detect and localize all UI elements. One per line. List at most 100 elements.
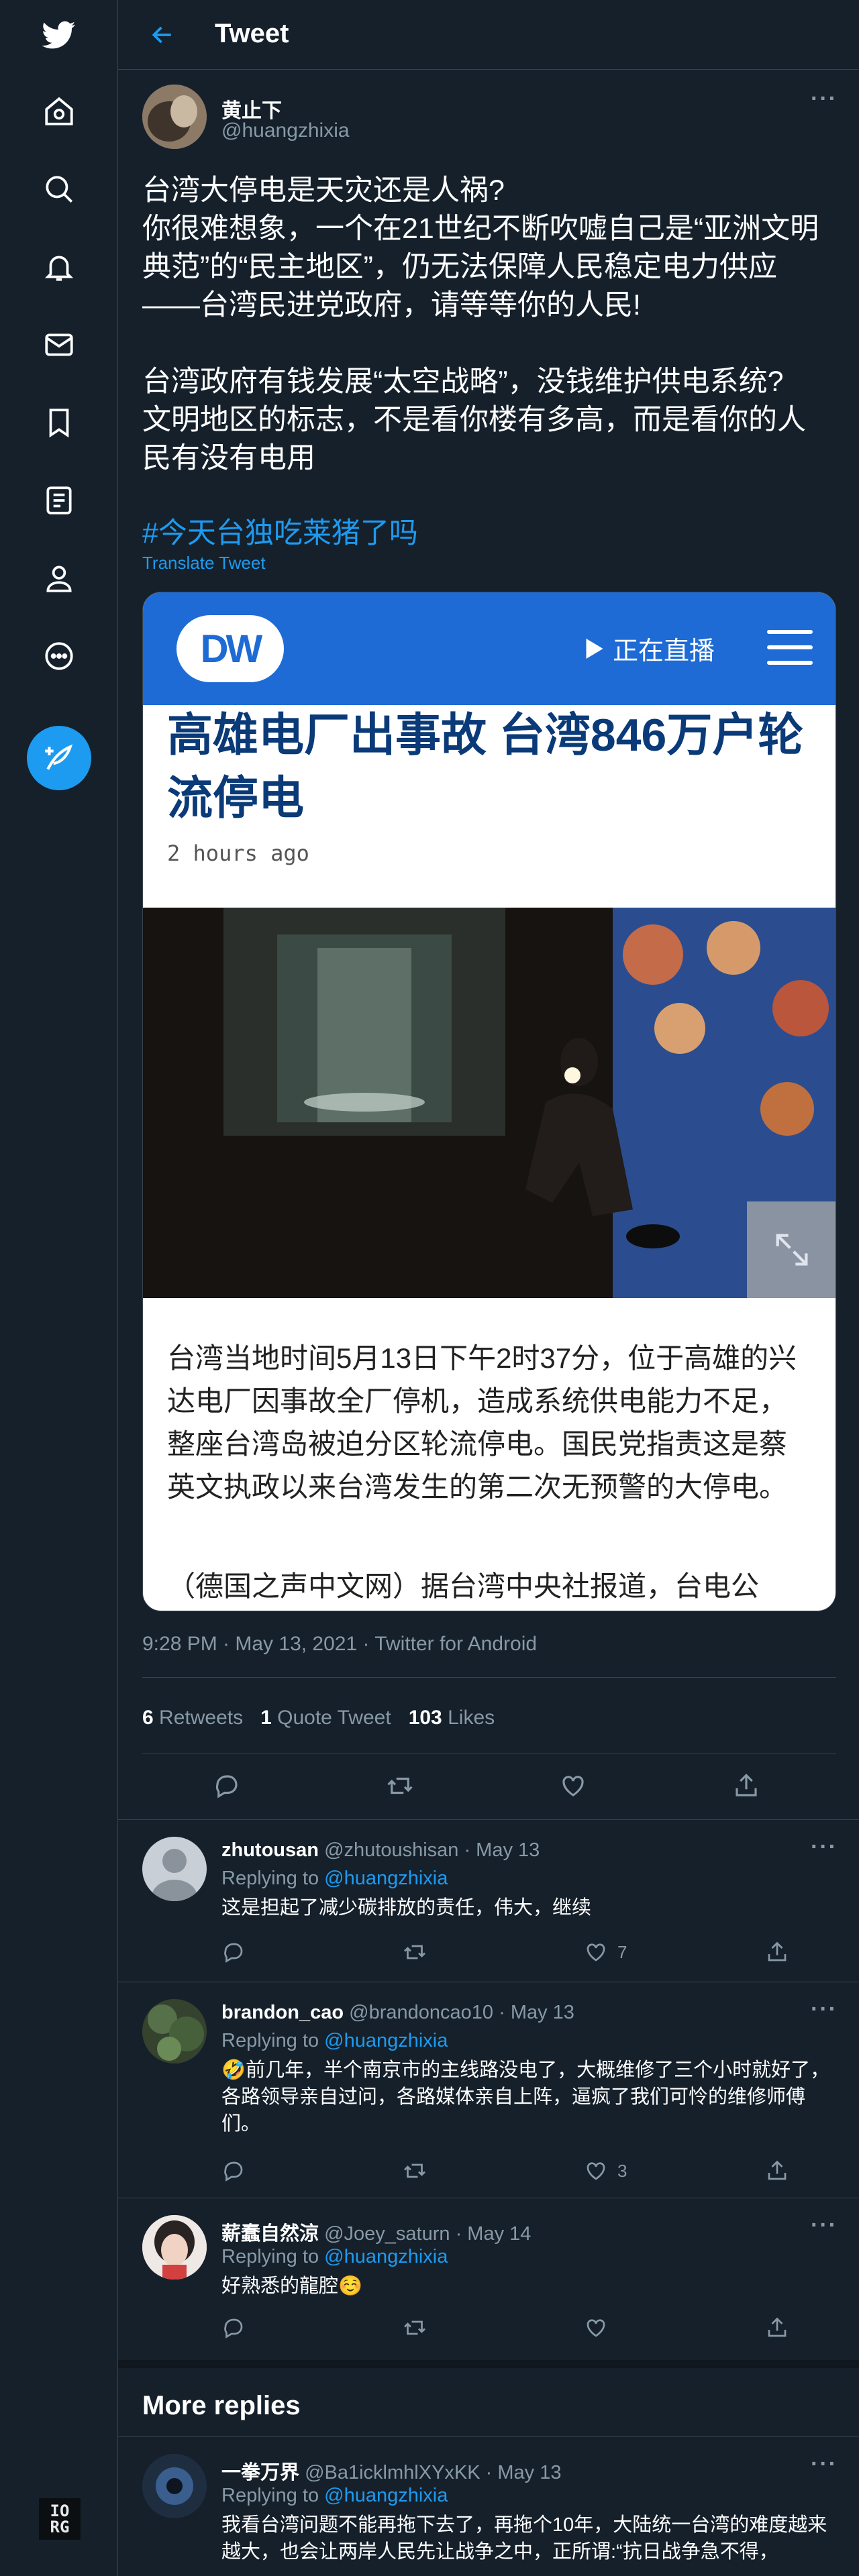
reply-text: 我看台湾问题不能再拖下去了，再拖个10年，大陆统一台湾的难度越来越大，也会让两岸… <box>221 2514 827 2563</box>
reply-share-icon[interactable] <box>765 2316 789 2340</box>
explore-search-icon[interactable] <box>39 169 79 209</box>
author-handle[interactable]: @huangzhixia <box>221 119 350 142</box>
reply-like-heart-icon[interactable] <box>584 2316 608 2340</box>
replying-to-link[interactable]: @huangzhixia <box>324 2485 448 2506</box>
replying-to-link[interactable]: @huangzhixia <box>324 1868 448 1889</box>
reply-retweet-icon[interactable] <box>403 1940 427 1964</box>
reply-retweet-icon[interactable] <box>403 2159 427 2183</box>
reply-date[interactable]: · May 14 <box>456 2223 532 2245</box>
tweet-stats: 6 Retweets 1 Quote Tweet 103 Likes <box>142 1707 495 1729</box>
replying-to: Replying to @huangzhixia <box>221 2246 448 2268</box>
messages-mail-icon[interactable] <box>39 325 79 365</box>
card-body-text-continued: （德国之声中文网）据台湾中央社报道，台电公 <box>167 1570 760 1602</box>
reply-like-button[interactable]: 7 <box>584 1940 627 1964</box>
card-headline: 高雄电厂出事故 台湾846万户轮流停电 <box>167 710 804 824</box>
card-body-text: 台湾当地时间5月13日下午2时37分，位于高雄的兴达电厂因事故全厂停机，造成系统… <box>167 1342 797 1503</box>
reply-item[interactable]: brandon_cao @brandoncao10 · May 13 ··· R… <box>118 1982 859 2198</box>
tweet-timestamp[interactable]: 9:28 PM · May 13, 2021 · Twitter for And… <box>142 1633 537 1656</box>
quote-tweets-stat[interactable]: 1 Quote Tweet <box>260 1707 391 1729</box>
reply-like-button[interactable]: 3 <box>584 2159 627 2183</box>
tweet-text: 台湾大停电是天灾还是人祸? 你很难想象，一个在21世纪不断吹嘘自己是“亚洲文明典… <box>142 174 819 474</box>
reply-author-handle[interactable]: @brandoncao10 <box>349 2002 493 2023</box>
like-heart-icon[interactable] <box>553 1766 593 1806</box>
reply-author-handle[interactable]: @Joey_saturn <box>324 2223 450 2245</box>
reply-more-icon[interactable]: ··· <box>811 2451 838 2477</box>
live-label: 正在直播 <box>613 637 715 665</box>
author-avatar[interactable] <box>142 85 207 149</box>
live-stream-link: 正在直播 <box>586 630 715 667</box>
reply-avatar[interactable] <box>142 1837 207 1901</box>
notifications-bell-icon[interactable] <box>39 247 79 287</box>
profile-icon[interactable] <box>39 558 79 598</box>
more-replies-title: More replies <box>142 2391 301 2420</box>
more-options-circle-icon[interactable] <box>39 636 79 676</box>
dw-logo: DW <box>176 615 284 682</box>
reply-date[interactable]: · May 13 <box>499 2002 574 2023</box>
reply-more-icon[interactable]: ··· <box>811 1996 838 2023</box>
home-icon[interactable] <box>39 91 79 131</box>
reply-like-count: 3 <box>617 2160 627 2181</box>
twitter-logo-icon[interactable] <box>39 15 79 55</box>
page-title: Tweet <box>215 19 289 48</box>
back-button[interactable] <box>145 17 180 52</box>
reply-more-icon[interactable]: ··· <box>811 2212 838 2239</box>
compose-tweet-button[interactable] <box>27 726 91 790</box>
reply-header: brandon_cao @brandoncao10 · May 13 <box>221 2002 574 2024</box>
retweet-icon[interactable] <box>380 1766 420 1806</box>
reply-icon[interactable] <box>207 1766 247 1806</box>
iorg-line1: IO <box>50 2502 70 2520</box>
replying-to: Replying to @huangzhixia <box>221 2030 448 2052</box>
reply-header: 一拳万界 @Ba1icklmhlXYxKK · May 13 <box>221 2457 562 2485</box>
lists-icon[interactable] <box>39 480 79 521</box>
reply-author-name[interactable]: zhutousan <box>221 1839 319 1861</box>
reply-author-handle[interactable]: @zhutoushisan <box>324 1839 458 1861</box>
reply-author-name[interactable]: 薪蠢自然涼 <box>221 2223 319 2245</box>
reply-text: 🤣前几年，半个南京市的主线路没电了，大概维修了三个小时就好了，各路领导亲自过问，… <box>221 2059 830 2135</box>
tweet-actions <box>118 1766 859 1813</box>
reply-item[interactable]: 一拳万界 @Ba1icklmhlXYxKK · May 13 ··· Reply… <box>118 2436 859 2576</box>
reply-date[interactable]: · May 13 <box>486 2462 562 2483</box>
reply-like-count: 7 <box>617 1941 627 1962</box>
reply-share-icon[interactable] <box>765 2159 789 2183</box>
reply-author-handle[interactable]: @Ba1icklmhlXYxKK <box>305 2462 481 2483</box>
reply-item[interactable]: zhutousan @zhutoushisan · May 13 ··· Rep… <box>118 1819 859 1982</box>
reply-reply-icon[interactable] <box>221 1940 246 1964</box>
expand-image-button[interactable] <box>747 1201 836 1298</box>
reply-item[interactable]: 薪蠢自然涼 @Joey_saturn · May 14 ··· Replying… <box>118 2198 859 2360</box>
reply-author-name[interactable]: 一拳万界 <box>221 2462 299 2483</box>
play-icon <box>586 638 603 659</box>
tweet-more-icon[interactable]: ··· <box>811 86 838 112</box>
section-separator <box>118 2360 859 2368</box>
replying-to-link[interactable]: @huangzhixia <box>324 2030 448 2051</box>
reply-reply-icon[interactable] <box>221 2159 246 2183</box>
likes-stat[interactable]: 103 Likes <box>409 1707 495 1729</box>
left-nav: IO RG <box>0 0 118 2576</box>
replying-label: Replying to <box>221 2030 319 2051</box>
reply-more-icon[interactable]: ··· <box>811 1834 838 1860</box>
retweets-stat[interactable]: 6 Retweets <box>142 1707 243 1729</box>
embedded-media-card[interactable]: DW 正在直播 高雄电厂出事故 台湾846万户轮流停电 2 hours ago <box>142 592 836 1611</box>
reply-avatar[interactable] <box>142 1999 207 2063</box>
reply-avatar[interactable] <box>142 2215 207 2279</box>
translate-tweet-link[interactable]: Translate Tweet <box>142 553 266 574</box>
reply-date[interactable]: · May 13 <box>464 1839 540 1861</box>
reply-like-heart-icon <box>587 2162 605 2180</box>
reply-reply-icon[interactable] <box>221 2316 246 2340</box>
divider <box>142 1677 836 1678</box>
replying-to: Replying to @huangzhixia <box>221 2485 448 2507</box>
reply-header: 薪蠢自然涼 @Joey_saturn · May 14 <box>221 2218 531 2246</box>
reply-header: zhutousan @zhutoushisan · May 13 <box>221 1839 540 1862</box>
tweet-hashtag[interactable]: #今天台独吃莱猪了吗 <box>142 510 418 551</box>
reply-retweet-icon[interactable] <box>403 2316 427 2340</box>
reply-author-name[interactable]: brandon_cao <box>221 2002 344 2023</box>
reply-avatar[interactable] <box>142 2454 207 2518</box>
replying-label: Replying to <box>221 1868 319 1889</box>
replying-to-link[interactable]: @huangzhixia <box>324 2246 448 2267</box>
dw-header-bar: DW 正在直播 <box>143 592 836 705</box>
bookmarks-icon[interactable] <box>39 402 79 443</box>
share-icon[interactable] <box>726 1766 766 1806</box>
reply-text: 这是担起了减少碳排放的责任，伟大，继续 <box>221 1897 592 1919</box>
reply-share-icon[interactable] <box>765 1940 789 1964</box>
iorg-line2: RG <box>50 2518 70 2536</box>
iorg-badge: IO RG <box>39 2498 81 2540</box>
